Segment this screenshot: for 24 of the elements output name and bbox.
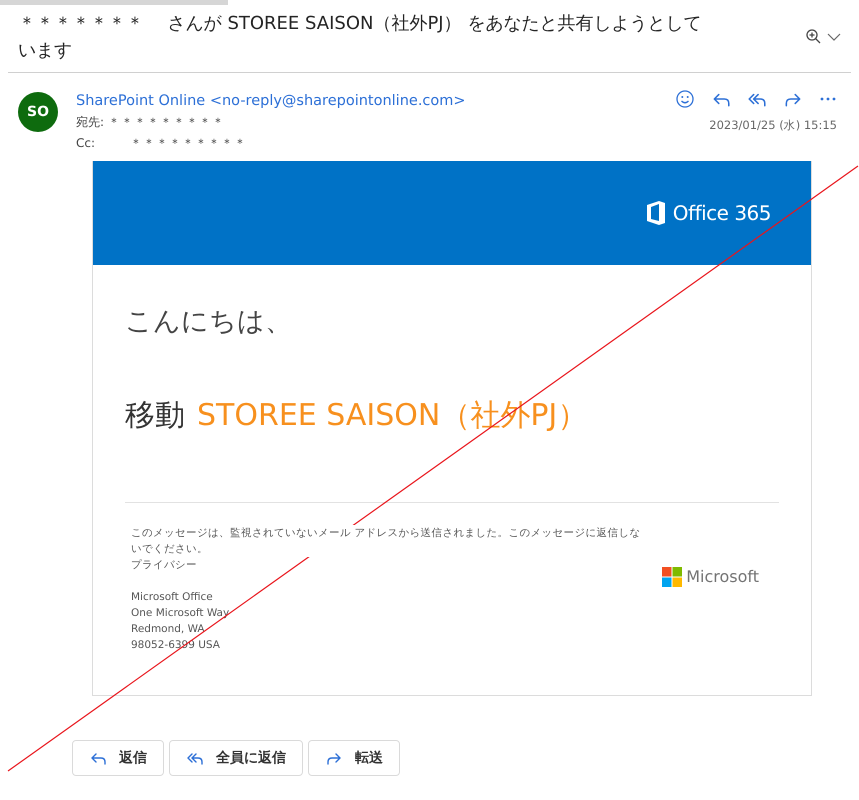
forward-button[interactable]: 転送 [308, 740, 400, 776]
zoom-in-icon[interactable] [805, 28, 823, 46]
reply-button[interactable]: 返信 [72, 740, 164, 776]
sender-avatar: SO [18, 92, 58, 132]
to-label: 宛先: [76, 114, 104, 131]
emoji-icon[interactable] [675, 89, 695, 109]
office-logo-icon [644, 200, 667, 226]
sender-name[interactable]: SharePoint Online <no-reply@sharepointonline.com> [76, 92, 657, 110]
cc-label: Cc: [76, 135, 96, 152]
footer-brand: Microsoft [686, 569, 759, 585]
cc-recipients: ＊＊＊＊＊＊＊＊＊ [130, 135, 247, 152]
reply-all-button[interactable]: 全員に返信 [169, 740, 303, 776]
to-recipients: ＊＊＊＊＊＊＊＊＊ [108, 114, 226, 131]
sent-date: 2023/01/25 (水) 15:15 [709, 118, 837, 133]
address-line: Microsoft Office [131, 590, 214, 605]
address-line: One Microsoft Way [131, 606, 230, 621]
mail-subject: ＊＊＊＊＊＊＊ さんが STOREE SAISON（社外PJ） をあなたと共有しようとしています [18, 12, 702, 63]
brand-name: Office 365 [672, 201, 771, 225]
action-text: 移動 [125, 397, 185, 435]
privacy-link[interactable]: プライバシー [131, 557, 197, 573]
greeting-text: こんにちは、 [125, 305, 293, 339]
address-line: Redmond, WA [131, 622, 206, 637]
microsoft-logo-icon [662, 567, 682, 587]
chevron-down-icon[interactable] [827, 32, 841, 42]
